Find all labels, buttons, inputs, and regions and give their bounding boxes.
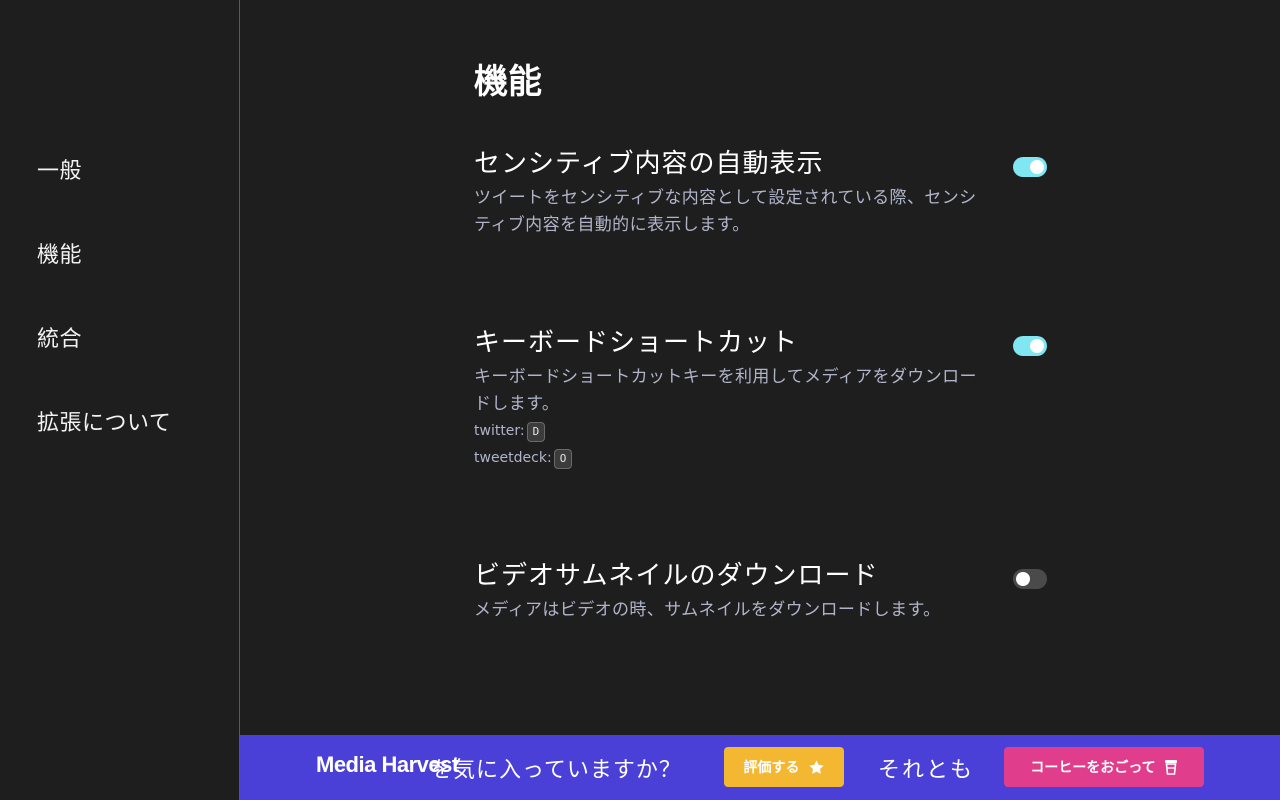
sidebar-item-integrations[interactable]: 統合 <box>37 321 82 353</box>
sensitive-content-toggle[interactable] <box>1013 157 1047 177</box>
setting-keyboard-shortcut: キーボードショートカット キーボードショートカットキーを利用してメディアをダウン… <box>474 326 1054 472</box>
footer-or-text: それとも <box>878 758 975 783</box>
coffee-button[interactable]: コーヒーをおごって <box>1004 747 1204 787</box>
shortcut-twitter: twitter: D <box>474 418 1054 445</box>
shortcut-key: O <box>553 448 573 469</box>
footer-banner: Media Harvest を気に入っていますか？ 評価する それとも コーヒー… <box>240 735 1280 800</box>
toggle-knob <box>1030 160 1044 174</box>
setting-description: ツイートをセンシティブな内容として設定されている際、センシティブ内容を自動的に表… <box>474 188 977 235</box>
setting-sensitive-content: センシティブ内容の自動表示 ツイートをセンシティブな内容として設定されている際、… <box>474 147 1054 239</box>
coffee-button-label: コーヒーをおごって <box>1030 760 1156 776</box>
toggle-knob <box>1016 572 1030 586</box>
page-title: 機能 <box>474 62 542 102</box>
keyboard-shortcut-toggle[interactable] <box>1013 336 1047 356</box>
rate-button[interactable]: 評価する <box>724 747 844 787</box>
options-page: 一般 機能 統合 拡張について 機能 センシティブ内容の自動表示 ツイートをセン… <box>0 0 1280 800</box>
setting-title: ビデオサムネイルのダウンロード <box>474 561 879 591</box>
coffee-cup-icon <box>1164 759 1178 775</box>
toggle-knob <box>1030 339 1044 353</box>
shortcut-key: D <box>526 421 546 442</box>
setting-video-thumbnail: ビデオサムネイルのダウンロード メディアはビデオの時、サムネイルをダウンロードし… <box>474 559 1054 624</box>
footer-question: を気に入っていますか？ <box>430 758 682 783</box>
setting-title: センシティブ内容の自動表示 <box>474 149 824 179</box>
setting-description: キーボードショートカットキーを利用してメディアをダウンロードします。 <box>474 367 977 414</box>
sidebar-item-about[interactable]: 拡張について <box>37 405 171 437</box>
shortcut-label: twitter: <box>474 423 525 439</box>
sidebar: 一般 機能 統合 拡張について <box>0 0 240 800</box>
video-thumbnail-toggle[interactable] <box>1013 569 1047 589</box>
setting-description: メディアはビデオの時、サムネイルをダウンロードします。 <box>474 600 941 620</box>
main-content: 機能 センシティブ内容の自動表示 ツイートをセンシティブな内容として設定されてい… <box>241 0 1280 735</box>
shortcut-tweetdeck: tweetdeck: O <box>474 445 1054 472</box>
shortcut-label: tweetdeck: <box>474 450 552 466</box>
sidebar-item-general[interactable]: 一般 <box>37 153 82 185</box>
sidebar-item-features[interactable]: 機能 <box>37 237 82 269</box>
setting-title: キーボードショートカット <box>474 328 799 358</box>
rate-button-label: 評価する <box>743 760 800 776</box>
star-icon <box>808 759 825 776</box>
